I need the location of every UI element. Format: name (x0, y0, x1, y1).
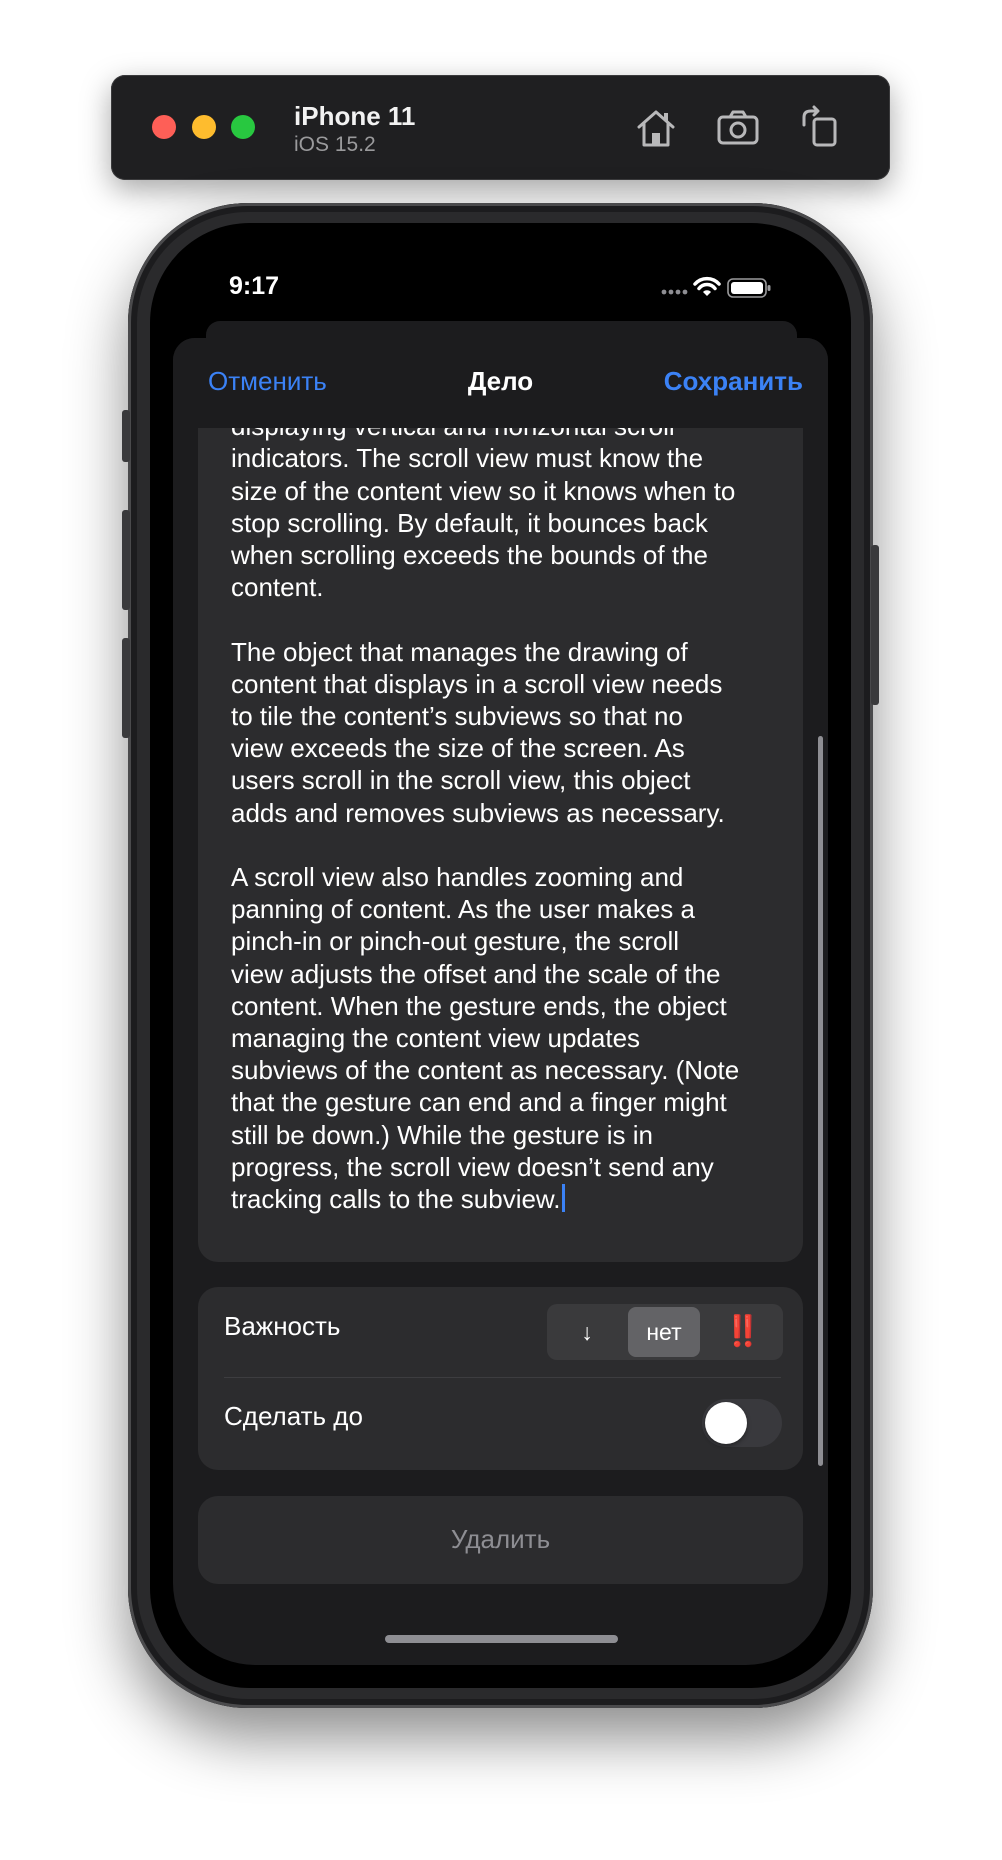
delete-button[interactable]: Удалить (198, 1496, 803, 1584)
note-text-view[interactable]: scroll view itself does no drawing excep… (198, 398, 803, 1262)
toggle-knob (705, 1402, 747, 1444)
battery-icon (727, 278, 771, 298)
importance-low-segment[interactable]: ↓ (551, 1307, 623, 1357)
wifi-icon (693, 276, 721, 296)
delete-label: Удалить (450, 1524, 551, 1554)
divider (224, 1377, 781, 1378)
close-window-button[interactable] (152, 115, 176, 139)
scroll-indicator[interactable] (818, 736, 823, 1466)
home-icon[interactable] (633, 105, 679, 151)
mute-switch (122, 410, 130, 462)
rotate-icon[interactable] (797, 105, 843, 151)
os-version: iOS 15.2 (294, 133, 376, 156)
deadline-toggle[interactable] (702, 1399, 782, 1447)
text-cursor (561, 1184, 565, 1213)
status-time: 9:17 (229, 272, 280, 300)
home-indicator[interactable] (385, 1635, 618, 1643)
importance-label: Важность (224, 1311, 341, 1341)
volume-up-button (122, 510, 130, 610)
cellular-icon (661, 289, 688, 295)
settings-card: Важность ↓ нет ‼️ Сделать до (198, 1287, 803, 1470)
importance-high-segment[interactable]: ‼️ (705, 1307, 777, 1357)
volume-down-button (122, 638, 130, 738)
deadline-label: Сделать до (224, 1401, 363, 1431)
importance-none-segment[interactable]: нет (628, 1307, 700, 1357)
screenshot-icon[interactable] (715, 105, 761, 151)
note-text: scroll view itself does no drawing excep… (231, 398, 740, 1215)
phone-screen: 9:17 Отменить Дело Сохранить scroll view… (173, 246, 828, 1665)
save-button[interactable]: Сохранить (664, 366, 803, 397)
simulator-toolbar: iPhone 11 iOS 15.2 (111, 75, 890, 180)
zoom-window-button[interactable] (231, 115, 255, 139)
navigation-bar: Отменить Дело Сохранить (173, 338, 828, 428)
power-button (871, 545, 879, 705)
importance-segmented-control[interactable]: ↓ нет ‼️ (547, 1304, 783, 1360)
device-name: iPhone 11 (294, 101, 416, 131)
status-icons (660, 276, 772, 305)
minimize-window-button[interactable] (192, 115, 216, 139)
edit-task-sheet: Отменить Дело Сохранить scroll view itse… (173, 338, 828, 1665)
note-text-content[interactable]: scroll view itself does no drawing excep… (231, 398, 776, 1215)
